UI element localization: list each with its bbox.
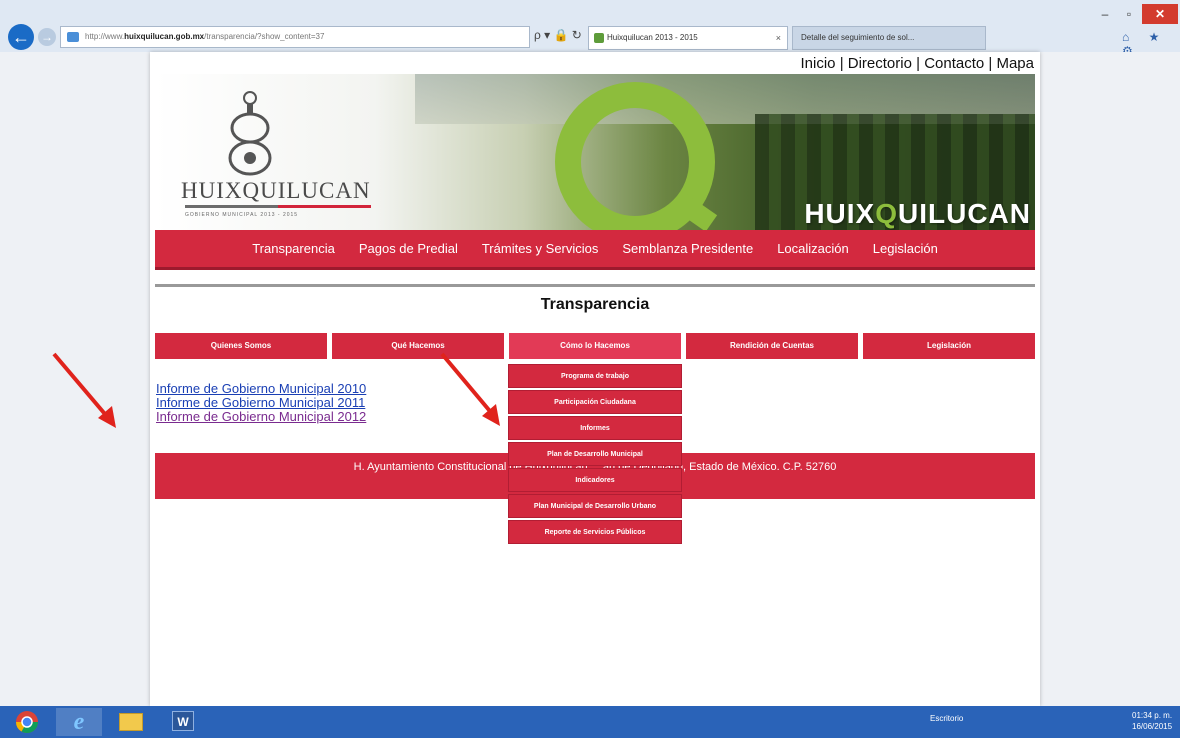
subnav-como-lo-hacemos[interactable]: Cómo lo Hacemos	[509, 333, 681, 359]
logo-text: HUIXQUILUCAN	[181, 178, 371, 203]
web-page: Inicio | Directorio | Contacto | Mapa HU…	[150, 52, 1040, 706]
url-host: huixquilucan.gob.mx	[124, 32, 205, 41]
url-prefix: http://www.	[85, 32, 125, 41]
dropdown-reporte-servicios[interactable]: Reporte de Servicios Públicos	[508, 520, 682, 544]
header-banner: HUIXQUILUCAN GOBIERNO MUNICIPAL 2013 - 2…	[155, 74, 1035, 230]
subnav-legislacion[interactable]: Legislación	[863, 333, 1035, 359]
word-icon[interactable]: W	[160, 708, 206, 736]
url-path: /transparencia/?show_content=37	[204, 32, 325, 41]
back-arrow-icon[interactable]: ←	[8, 24, 34, 50]
page-title: Transparencia	[540, 296, 650, 313]
tab-favicon-icon	[594, 33, 604, 43]
address-bar[interactable]: http://www.huixquilucan.gob.mx/transpare…	[60, 26, 530, 48]
taskbar: e W Escritorio 01:34 p. m. 16/06/2015	[0, 706, 1180, 738]
clock-date: 16/06/2015	[1132, 722, 1173, 731]
separator: |	[911, 55, 925, 72]
separator: |	[835, 55, 848, 72]
tab-seguimiento[interactable]: Detalle del seguimiento de sol...	[792, 26, 986, 50]
logo-bar	[185, 205, 371, 208]
logo-subtitle: GOBIERNO MUNICIPAL 2013 - 2015	[185, 212, 299, 218]
dropdown-plan-desarrollo[interactable]: Plan de Desarrollo Municipal	[508, 442, 682, 466]
tray-desktop-label[interactable]: Escritorio	[930, 714, 963, 723]
link-inicio[interactable]: Inicio	[801, 55, 836, 72]
system-clock[interactable]: 01:34 p. m. 16/06/2015	[1132, 710, 1172, 732]
crest-icon	[228, 91, 272, 176]
site-favicon-icon	[67, 32, 79, 42]
tab-title: Huixquilucan 2013 - 2015	[607, 33, 698, 42]
link-directorio[interactable]: Directorio	[848, 55, 912, 72]
forward-arrow-icon[interactable]: →	[38, 28, 56, 46]
sub-nav: Quienes Somos Qué Hacemos Cómo lo Hacemo…	[155, 333, 1035, 359]
word-label: W	[172, 711, 194, 731]
nav-semblanza[interactable]: Semblanza Presidente	[622, 241, 753, 256]
brand-before: HUIX	[804, 198, 876, 229]
address-tools[interactable]: ρ ▾ 🔒 ↻	[534, 28, 582, 42]
dropdown-participacion[interactable]: Participación Ciudadana	[508, 390, 682, 414]
link-mapa[interactable]: Mapa	[996, 55, 1034, 72]
brand-wordmark: HUIXQUILUCAN	[804, 198, 1031, 230]
annotation-arrow-icon	[52, 352, 116, 428]
report-link-2010[interactable]: Informe de Gobierno Municipal 2010	[156, 382, 366, 396]
clock-time: 01:34 p. m.	[1132, 711, 1173, 720]
subnav-rendicion-cuentas[interactable]: Rendición de Cuentas	[686, 333, 858, 359]
tab-huixquilucan[interactable]: Huixquilucan 2013 - 2015 ×	[588, 26, 788, 50]
nav-transparencia[interactable]: Transparencia	[252, 241, 335, 256]
dropdown-informes[interactable]: Informes	[508, 416, 682, 440]
separator: |	[984, 55, 997, 72]
chrome-icon[interactable]	[4, 708, 50, 736]
brand-q: Q	[875, 198, 898, 229]
internet-explorer-icon[interactable]: e	[56, 708, 102, 736]
dropdown-indicadores[interactable]: Indicadores	[508, 468, 682, 492]
brand-after: UILUCAN	[898, 198, 1031, 229]
dropdown-programa-trabajo[interactable]: Programa de trabajo	[508, 364, 682, 388]
nav-tramites[interactable]: Trámites y Servicios	[482, 241, 599, 256]
tab-close-icon[interactable]: ×	[776, 27, 781, 49]
link-contacto[interactable]: Contacto	[924, 55, 984, 72]
tab-title: Detalle del seguimiento de sol...	[801, 33, 915, 42]
top-links: Inicio | Directorio | Contacto | Mapa	[801, 55, 1035, 72]
dropdown-menu: Programa de trabajo Participación Ciudad…	[508, 364, 682, 546]
dropdown-plan-urbano[interactable]: Plan Municipal de Desarrollo Urbano	[508, 494, 682, 518]
report-link-2012[interactable]: Informe de Gobierno Municipal 2012	[156, 410, 366, 424]
subnav-quienes-somos[interactable]: Quienes Somos	[155, 333, 327, 359]
maximize-button[interactable]: ▫	[1118, 4, 1140, 24]
file-explorer-icon[interactable]	[108, 708, 154, 736]
reports-list: Informe de Gobierno Municipal 2010 Infor…	[156, 382, 366, 424]
close-button[interactable]: ✕	[1142, 4, 1178, 24]
nav-pagos-predial[interactable]: Pagos de Predial	[359, 241, 458, 256]
nav-legislacion[interactable]: Legislación	[873, 241, 938, 256]
annotation-arrow-icon	[440, 352, 500, 426]
main-nav: Transparencia Pagos de Predial Trámites …	[155, 230, 1035, 270]
divider	[155, 284, 1035, 287]
nav-localizacion[interactable]: Localización	[777, 241, 849, 256]
minimize-button[interactable]: –	[1094, 4, 1116, 24]
browser-chrome: ← → http://www.huixquilucan.gob.mx/trans…	[0, 0, 1180, 58]
report-link-2011[interactable]: Informe de Gobierno Municipal 2011	[156, 396, 366, 410]
